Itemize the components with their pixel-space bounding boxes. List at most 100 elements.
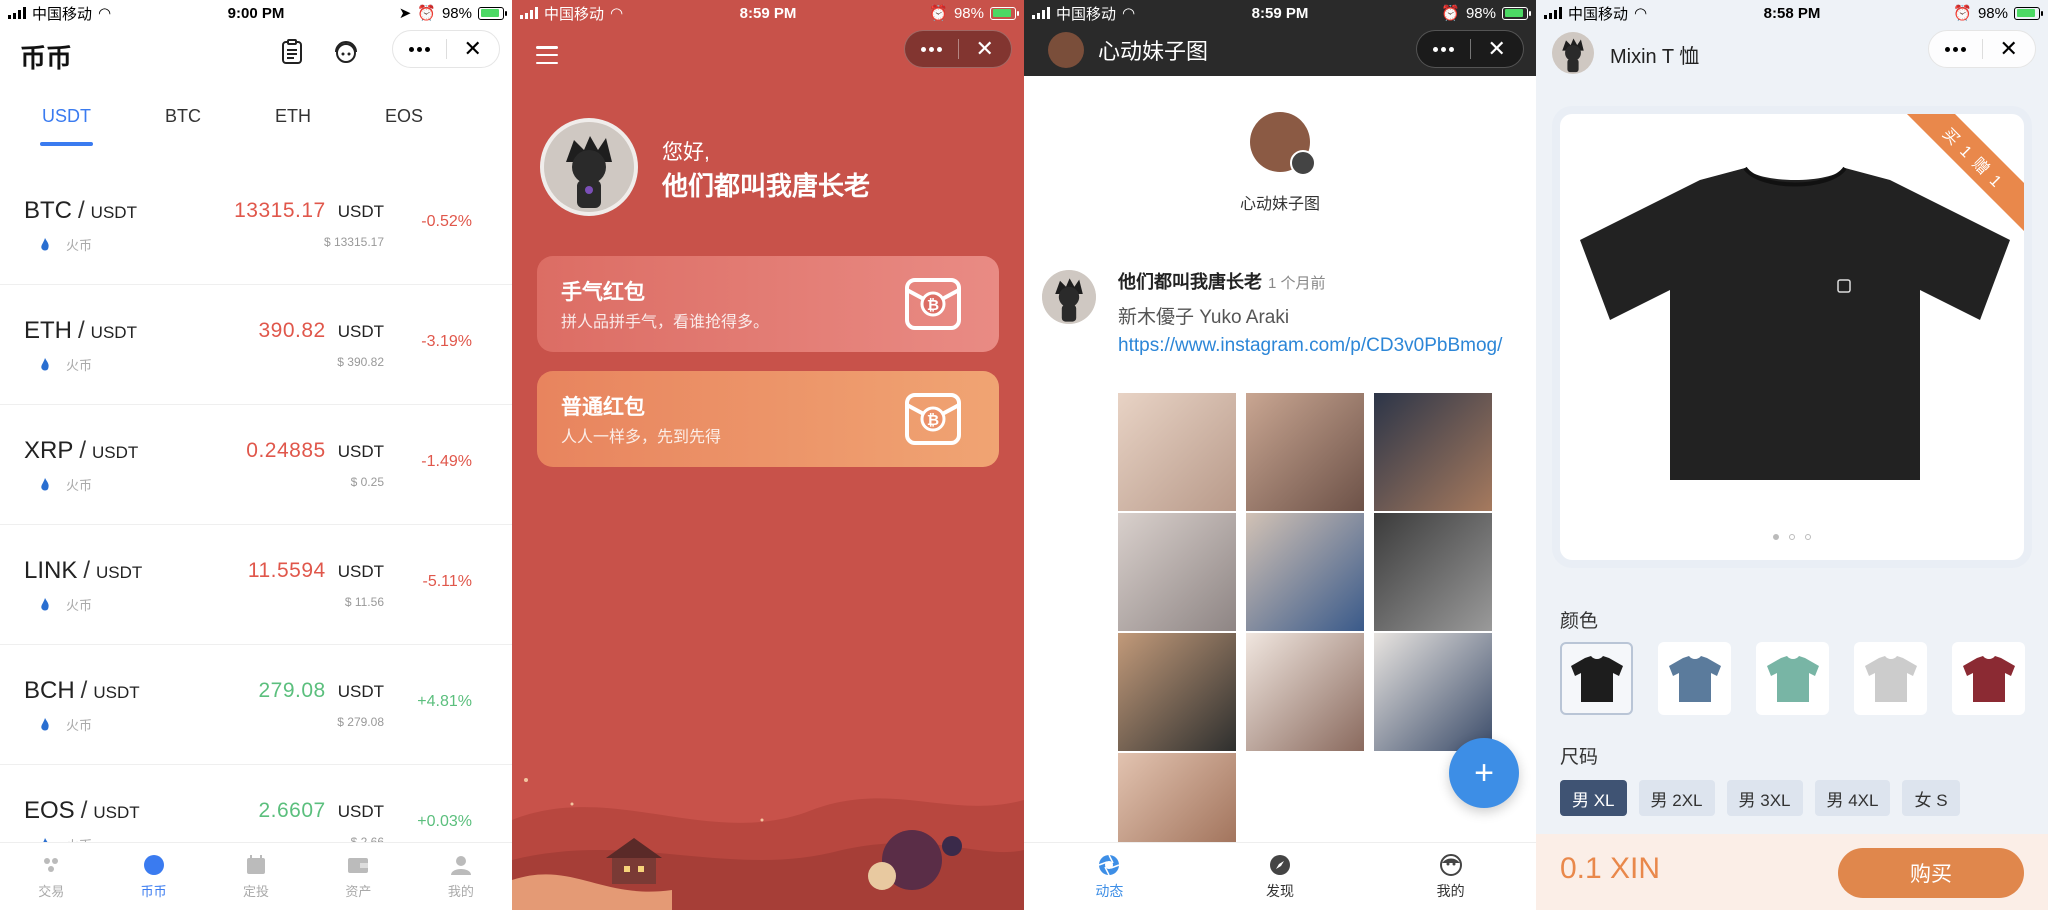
photo-thumbnail[interactable] <box>1246 513 1364 631</box>
price-change: +4.81% <box>417 693 472 710</box>
coin-price: 2.6607 <box>258 799 326 822</box>
coin-price: 13315.17 <box>234 199 326 222</box>
coin-price: 11.5594 <box>247 559 326 582</box>
packet-subtitle: 人人一样多，先到先得 <box>561 429 722 446</box>
menu-icon[interactable] <box>536 46 558 64</box>
price-unit: USDT <box>337 442 384 461</box>
photo-thumbnail[interactable] <box>1246 393 1364 511</box>
coin-quote: USDT <box>93 803 140 822</box>
battery-percent: 98% <box>441 4 472 22</box>
coin-row[interactable]: ETH / USDT 火币 390.82 USDT $ 390.82 -3.19% <box>0 285 512 405</box>
more-button[interactable] <box>1417 31 1470 67</box>
coin-base: ETH <box>24 317 72 344</box>
nav-assets[interactable]: 资产 <box>307 843 409 910</box>
color-swatch-gray[interactable] <box>1854 642 1927 715</box>
huobi-icon <box>41 477 49 490</box>
color-swatch-black[interactable] <box>1560 642 1633 715</box>
miniapp-capsule: ✕ <box>1928 30 2036 68</box>
normal-packet-card[interactable]: 普通红包 人人一样多，先到先得 ₿ <box>537 371 999 467</box>
nav-discover[interactable]: 发现 <box>1195 843 1366 910</box>
packet-title: 手气红包 <box>561 281 645 304</box>
photo-thumbnail[interactable] <box>1374 633 1492 751</box>
post-author[interactable]: 他们都叫我唐长老 <box>1118 272 1262 292</box>
coin-base: XRP <box>24 437 74 464</box>
product-image-carousel[interactable]: 买 1 赠 1 <box>1552 106 2032 568</box>
tab-usdt[interactable]: USDT <box>22 100 111 152</box>
bottom-nav: 交易 币币 定投 资产 我的 <box>0 842 512 910</box>
price-unit: USDT <box>337 682 384 701</box>
color-swatch-blue[interactable] <box>1658 642 1731 715</box>
color-swatch-green[interactable] <box>1756 642 1829 715</box>
exchange-name: 火币 <box>66 238 93 253</box>
close-button[interactable]: ✕ <box>1471 31 1524 67</box>
price-unit: USDT <box>337 322 384 341</box>
coin-row[interactable]: BCH / USDT 火币 279.08 USDT $ 279.08 +4.81% <box>0 645 512 765</box>
close-button[interactable]: ✕ <box>959 31 1012 67</box>
more-button[interactable] <box>393 31 446 67</box>
color-swatch-red[interactable] <box>1952 642 2025 715</box>
nav-plan[interactable]: 定投 <box>205 843 307 910</box>
nav-coins[interactable]: 币币 <box>102 843 204 910</box>
more-button[interactable] <box>905 31 958 67</box>
signal-icon <box>520 7 538 19</box>
photo-thumbnail[interactable] <box>1374 513 1492 631</box>
usd-price: $ 390.82 <box>337 355 384 369</box>
photo-grid <box>1118 393 1502 871</box>
coin-price: 0.24885 <box>246 439 326 462</box>
photo-thumbnail[interactable] <box>1118 393 1236 511</box>
tab-eos[interactable]: EOS <box>365 100 443 152</box>
compass-icon <box>1270 854 1290 875</box>
add-post-button[interactable]: + <box>1449 738 1519 808</box>
size-option[interactable]: 女 S <box>1902 780 1960 816</box>
close-button[interactable]: ✕ <box>1983 31 2036 67</box>
alarm-icon: ⏰ <box>929 5 948 22</box>
size-option[interactable]: 男 2XL <box>1638 780 1715 816</box>
support-icon[interactable] <box>332 38 360 66</box>
post-avatar[interactable] <box>1042 270 1096 324</box>
coin-row[interactable]: BTC / USDT 火币 13315.17 USDT $ 13315.17 -0.5… <box>0 165 512 285</box>
usd-price: $ 11.56 <box>344 595 384 609</box>
orders-icon[interactable] <box>278 38 306 66</box>
coin-row[interactable]: LINK / USDT 火币 11.5594 USDT $ 11.56 -5.11% <box>0 525 512 645</box>
bitcoin-envelope-icon: ₿ <box>905 393 961 445</box>
price-change: -1.49% <box>421 453 472 470</box>
bot-avatar <box>1048 32 1084 68</box>
tab-eth[interactable]: ETH <box>255 100 331 152</box>
photo-thumbnail[interactable] <box>1118 513 1236 631</box>
tab-btc[interactable]: BTC <box>145 100 221 152</box>
red-packet-screen: 中国移动 ◠ 8:59 PM ⏰ 98% ✕ 您好, 他们都叫我唐长老 手气红包… <box>512 0 1024 910</box>
nav-feed[interactable]: 动态 <box>1024 843 1195 910</box>
size-option[interactable]: 男 3XL <box>1726 780 1803 816</box>
page-title: 心动妹子图 <box>1098 39 1209 64</box>
size-label: 尺码 <box>1560 747 1599 768</box>
photo-thumbnail[interactable] <box>1118 633 1236 751</box>
size-option[interactable]: 男 4XL <box>1814 780 1891 816</box>
nav-me[interactable]: 我的 <box>410 843 512 910</box>
lucky-packet-card[interactable]: 手气红包 拼人品拼手气，看谁抢得多。 ₿ <box>537 256 999 352</box>
nav-trade[interactable]: 交易 <box>0 843 102 910</box>
battery-icon <box>478 6 507 20</box>
size-option[interactable]: 男 XL <box>1560 780 1627 816</box>
more-button[interactable] <box>1929 31 1982 67</box>
miniapp-capsule: ✕ <box>904 30 1012 68</box>
buy-button[interactable]: 购买 <box>1838 848 2024 898</box>
user-name: 他们都叫我唐长老 <box>662 171 871 201</box>
miniapp-capsule: ✕ <box>392 30 500 68</box>
post-link[interactable]: https://www.instagram.com/p/CD3v0PbBmog/ <box>1118 331 1518 361</box>
huobi-icon <box>41 717 49 730</box>
more-icon <box>1944 46 1966 52</box>
nav-me[interactable]: 我的 <box>1365 843 1536 910</box>
packet-subtitle: 拼人品拼手气，看谁抢得多。 <box>561 314 770 331</box>
quote-tabs: USDT BTC ETH EOS <box>0 100 512 152</box>
alarm-icon: ⏰ <box>417 5 436 22</box>
calendar-icon <box>247 855 266 874</box>
coin-row[interactable]: XRP / USDT 火币 0.24885 USDT $ 0.25 -1.49% <box>0 405 512 525</box>
photo-thumbnail[interactable] <box>1246 633 1364 751</box>
festive-scene-illustration <box>512 778 1024 910</box>
photo-thumbnail[interactable] <box>1374 393 1492 511</box>
signal-icon <box>1032 7 1050 19</box>
exchange-name: 火币 <box>66 598 93 613</box>
signal-icon <box>8 7 26 19</box>
bottom-nav: 动态 发现 我的 <box>1024 842 1536 910</box>
close-button[interactable]: ✕ <box>447 31 500 67</box>
